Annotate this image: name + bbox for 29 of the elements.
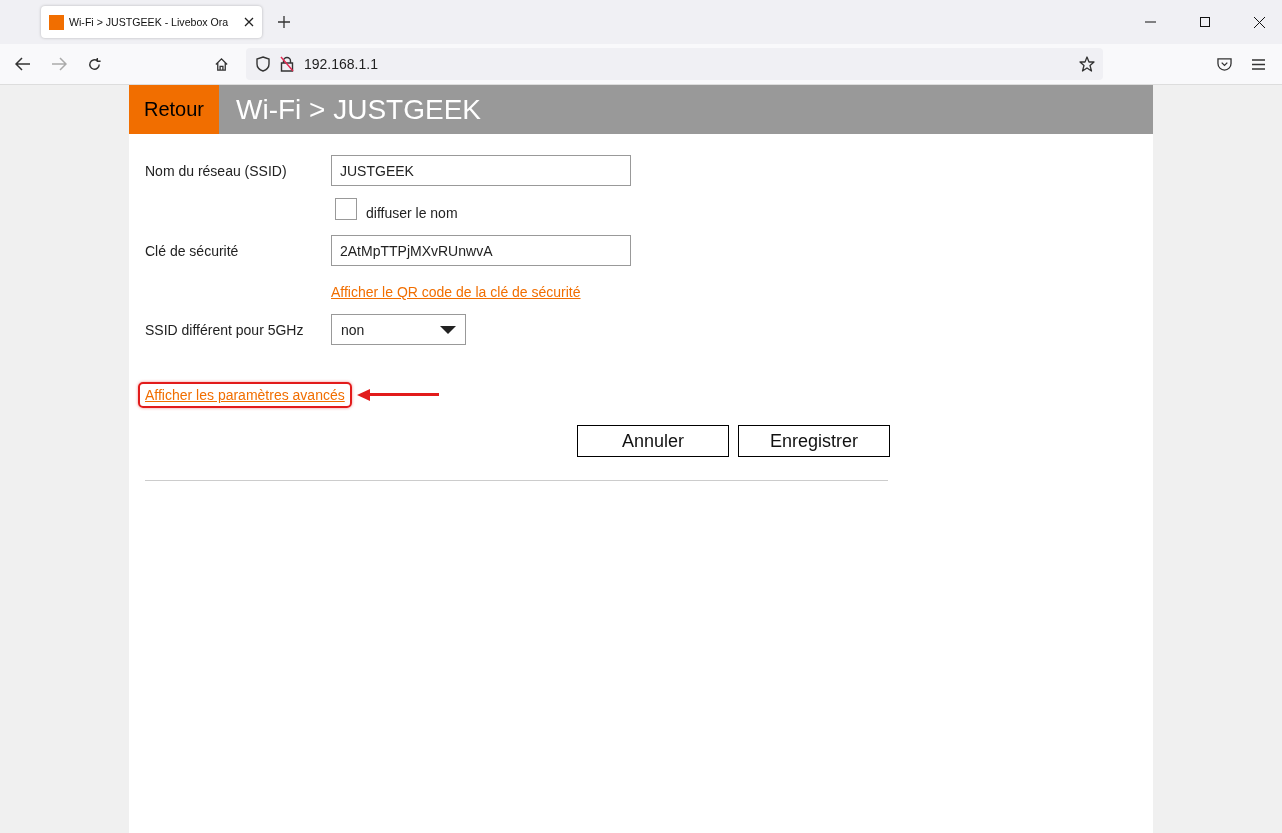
checkbox-label: diffuser le nom xyxy=(366,205,458,221)
home-icon[interactable] xyxy=(214,56,229,72)
close-icon[interactable] xyxy=(1254,16,1265,28)
new-tab-icon[interactable] xyxy=(278,16,290,28)
input-field[interactable]: JUSTGEEK xyxy=(331,155,631,186)
back-arrow-icon[interactable] xyxy=(15,57,31,71)
page-title: Wi-Fi > JUSTGEEK xyxy=(235,93,481,127)
back-button[interactable]: Retour xyxy=(129,85,219,134)
cancel-button[interactable]: Annuler xyxy=(577,425,729,457)
checkbox[interactable] xyxy=(335,198,357,220)
input-field[interactable]: 2AtMpTTPjMXvRUnwvA xyxy=(331,235,631,266)
menu-icon[interactable] xyxy=(1252,58,1265,70)
close-tab-icon[interactable] xyxy=(244,17,254,27)
save-button[interactable]: Enregistrer xyxy=(738,425,890,457)
tab-title: Wi-Fi > JUSTGEEK - Livebox Ora xyxy=(69,16,230,28)
field-label: Clé de sécurité xyxy=(145,242,240,259)
field-label: SSID différent pour 5GHz xyxy=(145,321,305,338)
favicon-icon xyxy=(49,14,64,30)
field-label: Nom du réseau (SSID) xyxy=(145,162,288,179)
shield-icon xyxy=(256,56,270,72)
star-icon[interactable] xyxy=(1079,56,1095,72)
reload-icon[interactable] xyxy=(87,56,102,72)
url-text: 192.168.1.1 xyxy=(304,56,378,72)
dropdown[interactable]: non xyxy=(331,314,466,345)
crossed-lock-icon xyxy=(280,56,294,72)
address-bar[interactable]: 192.168.1.1 xyxy=(246,48,1103,80)
browser-tab[interactable]: Wi-Fi > JUSTGEEK - Livebox Ora xyxy=(41,6,262,38)
pocket-icon[interactable] xyxy=(1217,57,1232,71)
maximize-icon[interactable] xyxy=(1200,17,1210,27)
